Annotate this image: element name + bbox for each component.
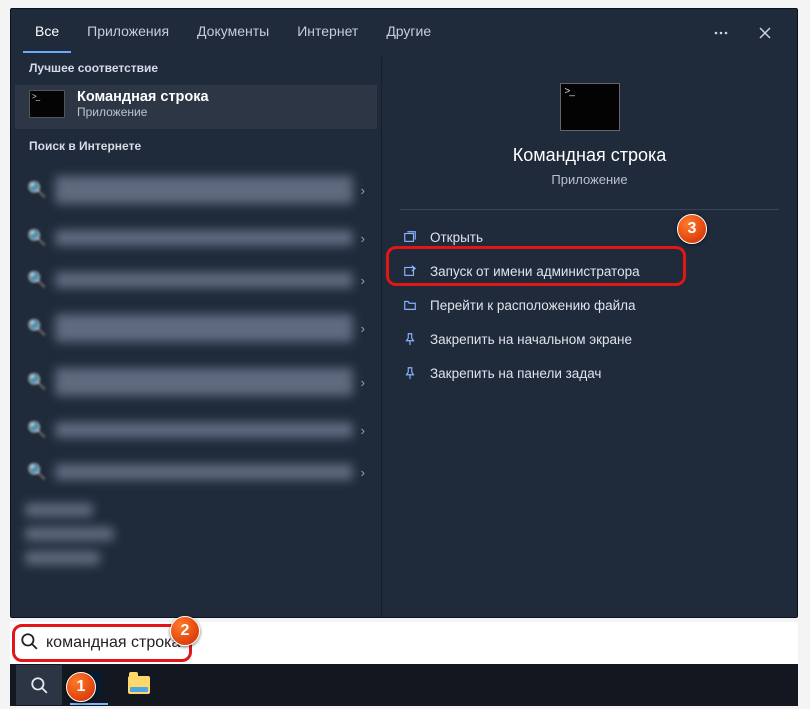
search-bar[interactable] (10, 622, 798, 664)
search-panel: Все Приложения Документы Интернет Другие… (10, 8, 798, 618)
tab-apps[interactable]: Приложения (75, 13, 181, 53)
results-list: Лучшее соответствие Командная строка При… (11, 57, 381, 617)
explorer-icon (128, 676, 150, 694)
action-label: Закрепить на начальном экране (430, 332, 632, 347)
action-pin-start[interactable]: Закрепить на начальном экране (392, 322, 787, 356)
search-icon: 🔍 (27, 372, 47, 392)
action-label: Закрепить на панели задач (430, 366, 601, 381)
tab-other[interactable]: Другие (374, 13, 443, 53)
web-result[interactable]: 🔍› (17, 355, 375, 409)
search-icon (20, 632, 38, 655)
tab-all[interactable]: Все (23, 13, 71, 53)
best-match-item[interactable]: Командная строка Приложение (15, 85, 377, 129)
folder-icon (402, 297, 418, 313)
open-icon (402, 229, 418, 245)
search-input[interactable] (46, 634, 788, 652)
preview-title: Командная строка (513, 145, 667, 166)
search-icon: 🔍 (27, 270, 47, 290)
taskbar: Ps (10, 664, 798, 706)
tabs-row: Все Приложения Документы Интернет Другие (11, 9, 797, 57)
more-button[interactable] (701, 13, 741, 53)
taskbar-explorer[interactable] (116, 665, 162, 705)
close-icon (757, 25, 773, 41)
web-result[interactable]: 🔍› (17, 163, 375, 217)
chevron-right-icon: › (361, 375, 365, 390)
admin-icon (402, 263, 418, 279)
divider (400, 209, 779, 210)
web-result[interactable]: 🔍› (17, 217, 375, 259)
best-match-title: Командная строка (77, 89, 209, 105)
step-badge-2: 2 (170, 616, 200, 646)
step-badge-1: 1 (66, 672, 96, 702)
chevron-right-icon: › (361, 273, 365, 288)
chevron-right-icon: › (361, 465, 365, 480)
search-icon: 🔍 (27, 228, 47, 248)
chevron-right-icon: › (361, 423, 365, 438)
chevron-right-icon: › (361, 321, 365, 336)
pin-icon (402, 365, 418, 381)
cmd-thumb-icon (29, 90, 65, 118)
web-result[interactable]: 🔍› (17, 409, 375, 451)
close-button[interactable] (745, 13, 785, 53)
search-icon: 🔍 (27, 180, 47, 200)
chevron-right-icon: › (361, 231, 365, 246)
other-results (11, 493, 381, 565)
best-match-header: Лучшее соответствие (11, 57, 381, 85)
action-label: Открыть (430, 230, 483, 245)
action-label: Перейти к расположению файла (430, 298, 636, 313)
action-open-location[interactable]: Перейти к расположению файла (392, 288, 787, 322)
search-icon: 🔍 (27, 420, 47, 440)
tab-web[interactable]: Интернет (285, 13, 370, 53)
web-result[interactable]: 🔍› (17, 259, 375, 301)
web-result[interactable]: 🔍› (17, 451, 375, 493)
tab-docs[interactable]: Документы (185, 13, 281, 53)
action-run-as-admin[interactable]: Запуск от имени администратора (392, 254, 787, 288)
step-badge-3: 3 (677, 214, 707, 244)
actions-list: Открыть Запуск от имени администратора П… (382, 216, 797, 394)
search-icon: 🔍 (27, 318, 47, 338)
action-pin-taskbar[interactable]: Закрепить на панели задач (392, 356, 787, 390)
more-icon (713, 25, 729, 41)
chevron-right-icon: › (361, 183, 365, 198)
web-search-header: Поиск в Интернете (11, 135, 381, 163)
action-open[interactable]: Открыть (392, 220, 787, 254)
web-result[interactable]: 🔍› (17, 301, 375, 355)
best-match-subtitle: Приложение (77, 105, 209, 119)
action-label: Запуск от имени администратора (430, 264, 640, 279)
pin-icon (402, 331, 418, 347)
cmd-preview-icon (560, 83, 620, 131)
preview-subtitle: Приложение (551, 172, 627, 187)
search-icon (30, 676, 48, 694)
taskbar-search-button[interactable] (16, 665, 62, 705)
preview-pane: Командная строка Приложение Открыть Запу… (381, 57, 797, 617)
search-icon: 🔍 (27, 462, 47, 482)
